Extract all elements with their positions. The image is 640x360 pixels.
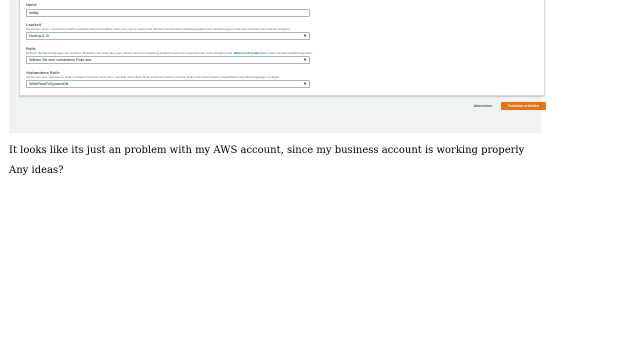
role-select-value: Wählen Sie eine vorhandene Rolle aus: [29, 58, 92, 62]
role-description: Definiert die Berechtigungen der Funktio…: [26, 51, 536, 55]
cancel-button[interactable]: Abbrechen: [467, 102, 499, 110]
role-select[interactable]: Wählen Sie eine vorhandene Rolle aus ▼: [26, 56, 310, 64]
runtime-field: Laufzeit Sie können einen unterstützten …: [26, 22, 536, 40]
runtime-description: Sie können einen unterstützten AWS Lambd…: [26, 27, 292, 31]
role-description-text: Definiert die Berechtigungen der Funktio…: [26, 51, 233, 55]
name-label: Name: [26, 2, 37, 7]
caret-down-icon: ▼: [303, 81, 307, 86]
post-paragraph: It looks like its just an problem with m…: [9, 145, 525, 156]
name-input[interactable]: netlify: [26, 9, 310, 17]
name-field: Name netlify: [26, 2, 536, 17]
runtime-select-value: Node.js 8.10: [29, 34, 50, 38]
role-field: Rolle Definiert die Berechtigungen der F…: [26, 46, 536, 64]
existing-role-field: Vorhandene Rolle Sie können eine vorhand…: [26, 70, 536, 88]
existing-role-description: Sie können eine vorhandene Rolle mit die…: [26, 75, 281, 79]
more-info-link[interactable]: Weitere Informationen: [234, 51, 266, 55]
existing-role-select[interactable]: WriteReadToDynamoDB ▼: [26, 80, 310, 88]
caret-down-icon: ▼: [303, 57, 307, 62]
create-function-button[interactable]: Funktion erstellen: [501, 102, 546, 110]
caret-down-icon: ▼: [303, 33, 307, 38]
post-question: Any ideas?: [9, 165, 64, 176]
role-description-suffix: zu den Lambda-Ausführungsrollen.: [266, 51, 313, 55]
existing-role-select-value: WriteReadToDynamoDB: [29, 82, 69, 86]
create-function-form: Name netlify Laufzeit Sie können einen u…: [19, 0, 545, 96]
aws-console-screenshot: Name netlify Laufzeit Sie können einen u…: [9, 0, 546, 133]
runtime-select[interactable]: Node.js 8.10 ▼: [26, 32, 310, 40]
